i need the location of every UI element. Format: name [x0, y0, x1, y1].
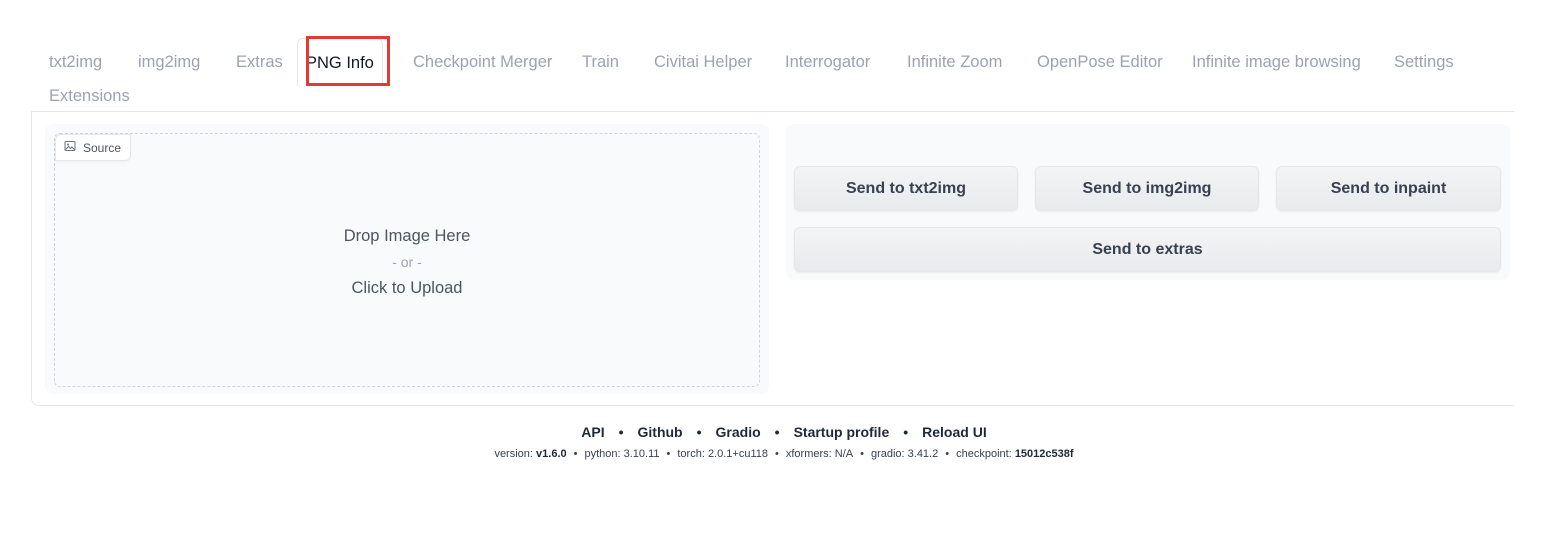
send-actions-block: Send to txt2img Send to img2img Send to … [786, 124, 1510, 280]
checkpoint-value: 15012c538f [1014, 448, 1074, 460]
image-icon [64, 140, 76, 155]
tab-infinite-zoom[interactable]: Infinite Zoom [907, 38, 1002, 86]
source-label-text: Source [83, 140, 122, 155]
tab-img2img[interactable]: img2img [138, 38, 200, 86]
separator-dot: • [774, 424, 780, 440]
png-info-panel: Source Drop Image Here - or - Click to U… [31, 111, 1514, 406]
tab-png-info[interactable]: PNG Info [297, 38, 383, 86]
tab-civitai-helper[interactable]: Civitai Helper [654, 38, 752, 86]
tab-interrogator[interactable]: Interrogator [785, 38, 870, 86]
image-drop-zone[interactable]: Source Drop Image Here - or - Click to U… [54, 133, 760, 387]
send-to-extras-button[interactable]: Send to extras [794, 227, 1501, 272]
tab-checkpoint-merger[interactable]: Checkpoint Merger [413, 38, 552, 86]
or-text: - or - [392, 254, 422, 270]
tab-infinite-image-browsing[interactable]: Infinite image browsing [1192, 38, 1361, 86]
tab-extras[interactable]: Extras [236, 38, 283, 86]
python-version: python: 3.10.11 [584, 448, 660, 460]
startup-profile-link[interactable]: Startup profile [794, 424, 890, 440]
footer-links: API • Github • Gradio • Startup profile • Reload… [0, 424, 1568, 440]
source-label: Source [55, 134, 132, 161]
checkpoint-label: checkpoint: [956, 448, 1012, 460]
version-label: version: [494, 448, 533, 460]
torch-version: torch: 2.0.1+cu118 [677, 448, 768, 460]
github-link[interactable]: Github [638, 424, 683, 440]
click-to-upload-text[interactable]: Click to Upload [55, 276, 759, 300]
send-to-txt2img-button[interactable]: Send to txt2img [794, 166, 1018, 211]
version-info: version: v1.6.0 • python: 3.10.11 • torch: 2… [0, 448, 1568, 460]
tab-train[interactable]: Train [582, 38, 619, 86]
separator-dot: • [945, 448, 950, 460]
tab-settings[interactable]: Settings [1394, 38, 1454, 86]
tab-openpose-editor[interactable]: OpenPose Editor [1037, 38, 1163, 86]
xformers-version: xformers: N/A [785, 448, 854, 460]
reload-ui-link[interactable]: Reload UI [922, 424, 987, 440]
separator-dot: • [860, 448, 864, 460]
send-to-inpaint-button[interactable]: Send to inpaint [1276, 166, 1501, 211]
send-to-img2img-button[interactable]: Send to img2img [1035, 166, 1259, 211]
drop-image-text: Drop Image Here [343, 227, 471, 245]
source-image-block: Source Drop Image Here - or - Click to U… [45, 124, 769, 394]
upload-instructions: Drop Image Here - or - Click to Upload [55, 224, 759, 300]
gradio-link[interactable]: Gradio [716, 424, 761, 440]
separator-dot: • [775, 448, 779, 460]
separator-dot: • [903, 424, 909, 440]
version-value: v1.6.0 [536, 448, 567, 460]
gradio-version: gradio: 3.41.2 [870, 448, 939, 460]
separator-dot: • [573, 448, 578, 460]
separator-dot: • [618, 424, 624, 440]
api-link[interactable]: API [581, 424, 604, 440]
separator-dot: • [696, 424, 702, 440]
separator-dot: • [666, 448, 671, 460]
